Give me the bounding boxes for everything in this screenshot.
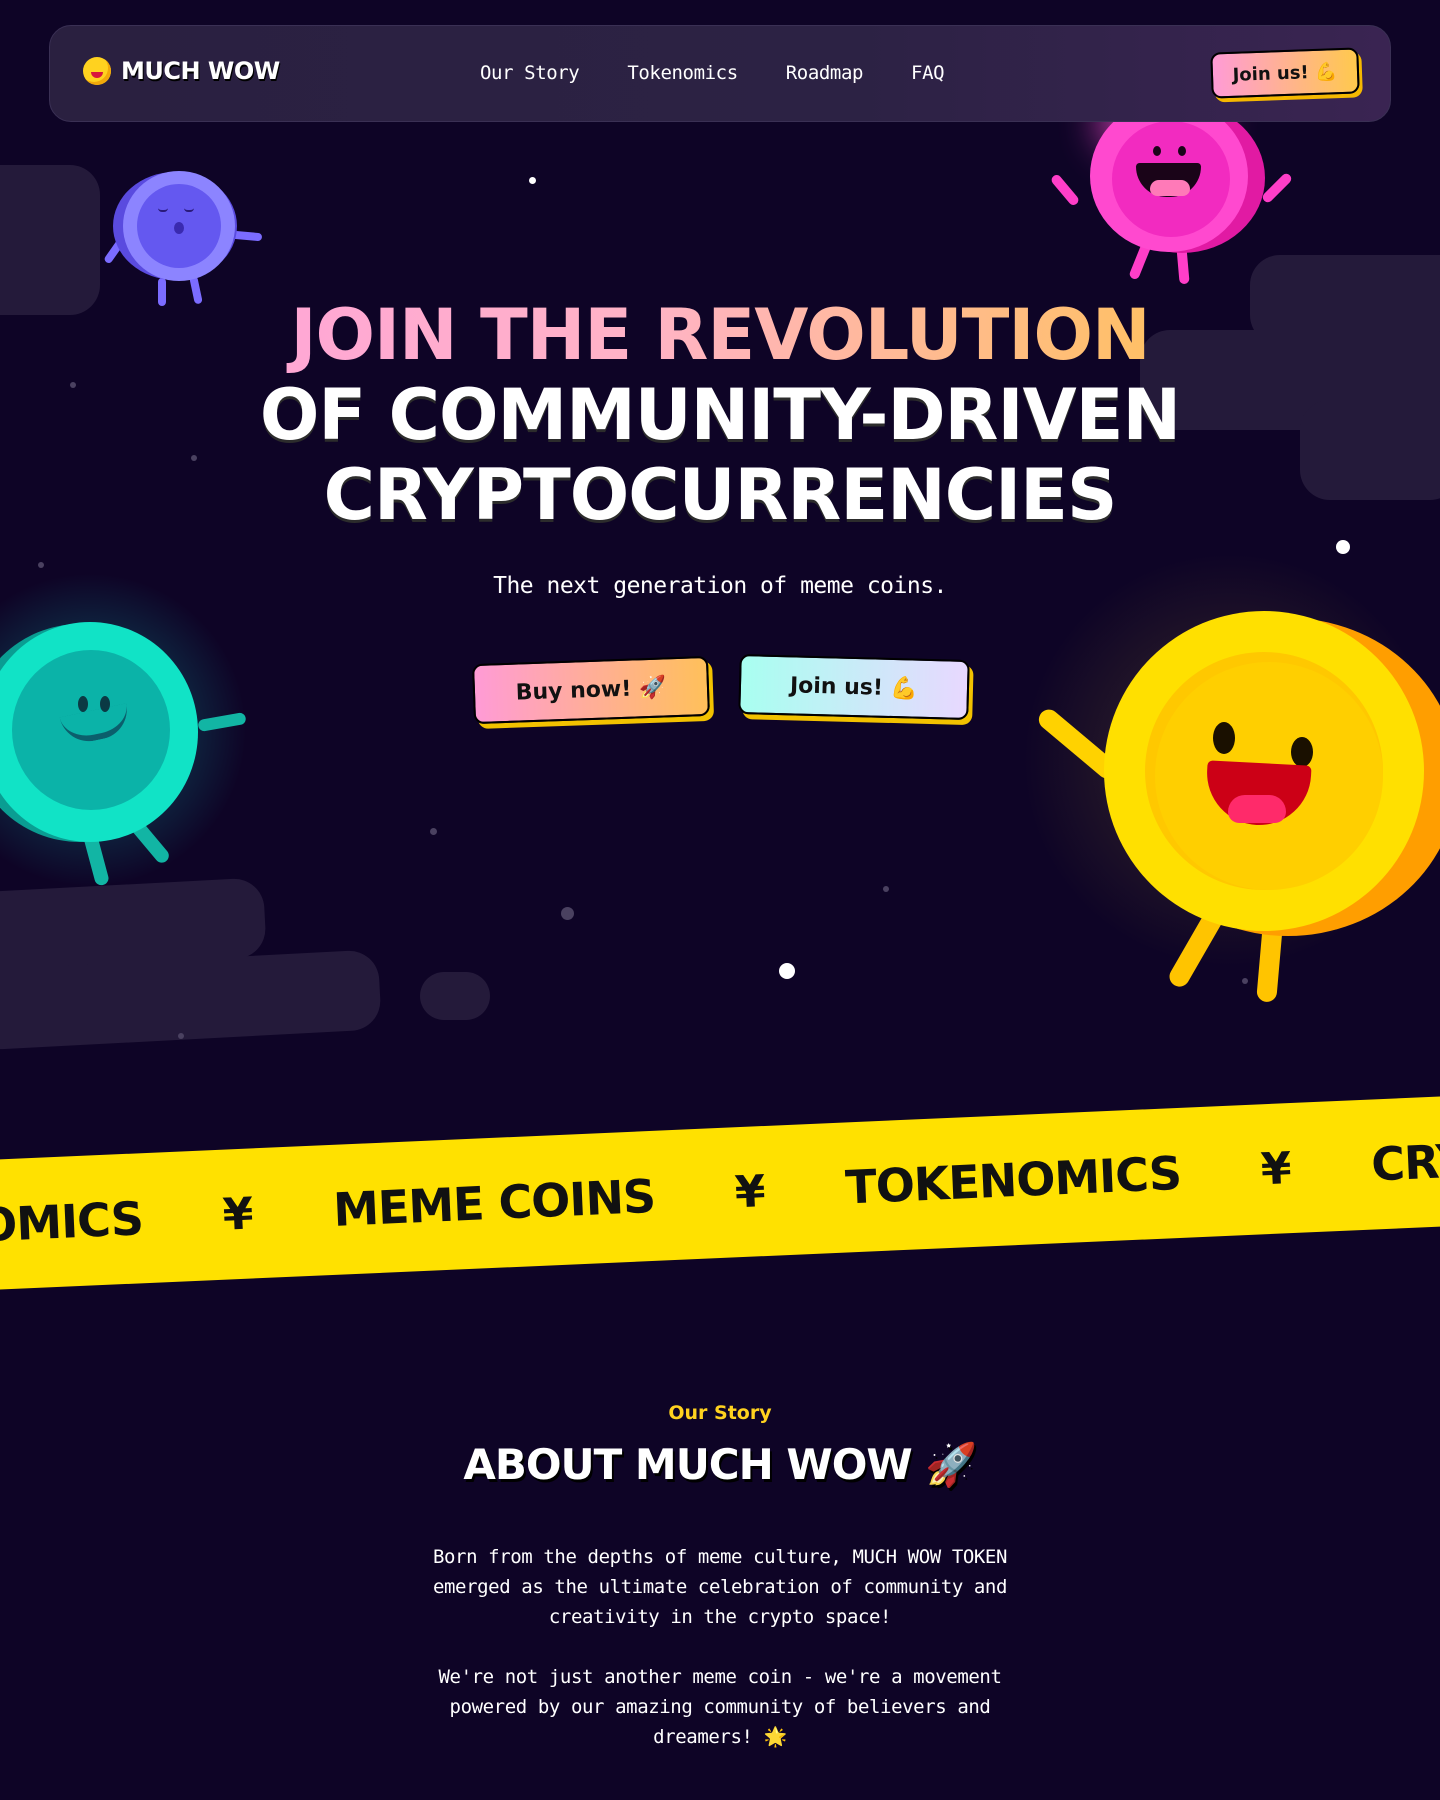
join-us-button[interactable]: Join us! 💪 [738, 653, 970, 721]
ticker-item: NOMICS [0, 1191, 144, 1254]
star [430, 828, 437, 835]
star [883, 886, 889, 892]
yen-icon: ¥ [733, 1165, 767, 1218]
ticker-item: CRYPTO [1370, 1128, 1440, 1192]
top-navbar: MUCH WOW Our Story Tokenomics Roadmap FA… [49, 25, 1391, 122]
scrolling-ticker-banner: NOMICS ¥ MEME COINS ¥ TOKENOMICS ¥ CRYPT… [0, 1094, 1440, 1292]
star [1336, 540, 1350, 554]
coin-logo-icon [83, 57, 111, 85]
star [779, 963, 795, 979]
nav-links: Our Story Tokenomics Roadmap FAQ [480, 62, 992, 84]
story-paragraph-2: We're not just another meme coin - we're… [438, 1666, 1002, 1748]
ticker-item: TOKENOMICS [844, 1145, 1183, 1215]
hero-title: JOIN THE REVOLUTION OF COMMUNITY-DRIVEN … [0, 295, 1440, 535]
page: MUCH WOW Our Story Tokenomics Roadmap FA… [0, 0, 1440, 1800]
nav-link-faq[interactable]: FAQ [911, 62, 945, 84]
brand-name: MUCH WOW [121, 57, 280, 85]
buy-now-button[interactable]: Buy now! 🚀 [472, 655, 710, 725]
yen-icon: ¥ [221, 1187, 255, 1241]
hero-title-line3: CRYPTOCURRENCIES [323, 454, 1118, 536]
bg-cloud [420, 972, 490, 1020]
nav-join-button[interactable]: Join us! 💪 [1210, 47, 1360, 99]
story-title: ABOUT MUCH WOW 🚀 [463, 1440, 977, 1489]
bg-cloud [0, 165, 100, 315]
story-eyebrow: Our Story [668, 1402, 772, 1424]
story-paragraph-1: Born from the depths of meme culture, MU… [432, 1546, 1008, 1628]
nav-link-our-story[interactable]: Our Story [480, 62, 580, 84]
yen-icon: ¥ [1259, 1142, 1293, 1195]
hero-title-line1: JOIN THE REVOLUTION [0, 295, 1440, 375]
nav-link-roadmap[interactable]: Roadmap [786, 62, 864, 84]
ticker-item: MEME COINS [332, 1168, 657, 1237]
nav-link-tokenomics[interactable]: Tokenomics [627, 62, 738, 84]
brand-logo[interactable]: MUCH WOW [83, 57, 280, 85]
star [561, 907, 574, 920]
star [178, 1033, 184, 1039]
star [529, 177, 536, 184]
hero-title-line2: OF COMMUNITY-DRIVEN [259, 374, 1181, 456]
hero-subtitle: The next generation of meme coins. [493, 573, 947, 599]
